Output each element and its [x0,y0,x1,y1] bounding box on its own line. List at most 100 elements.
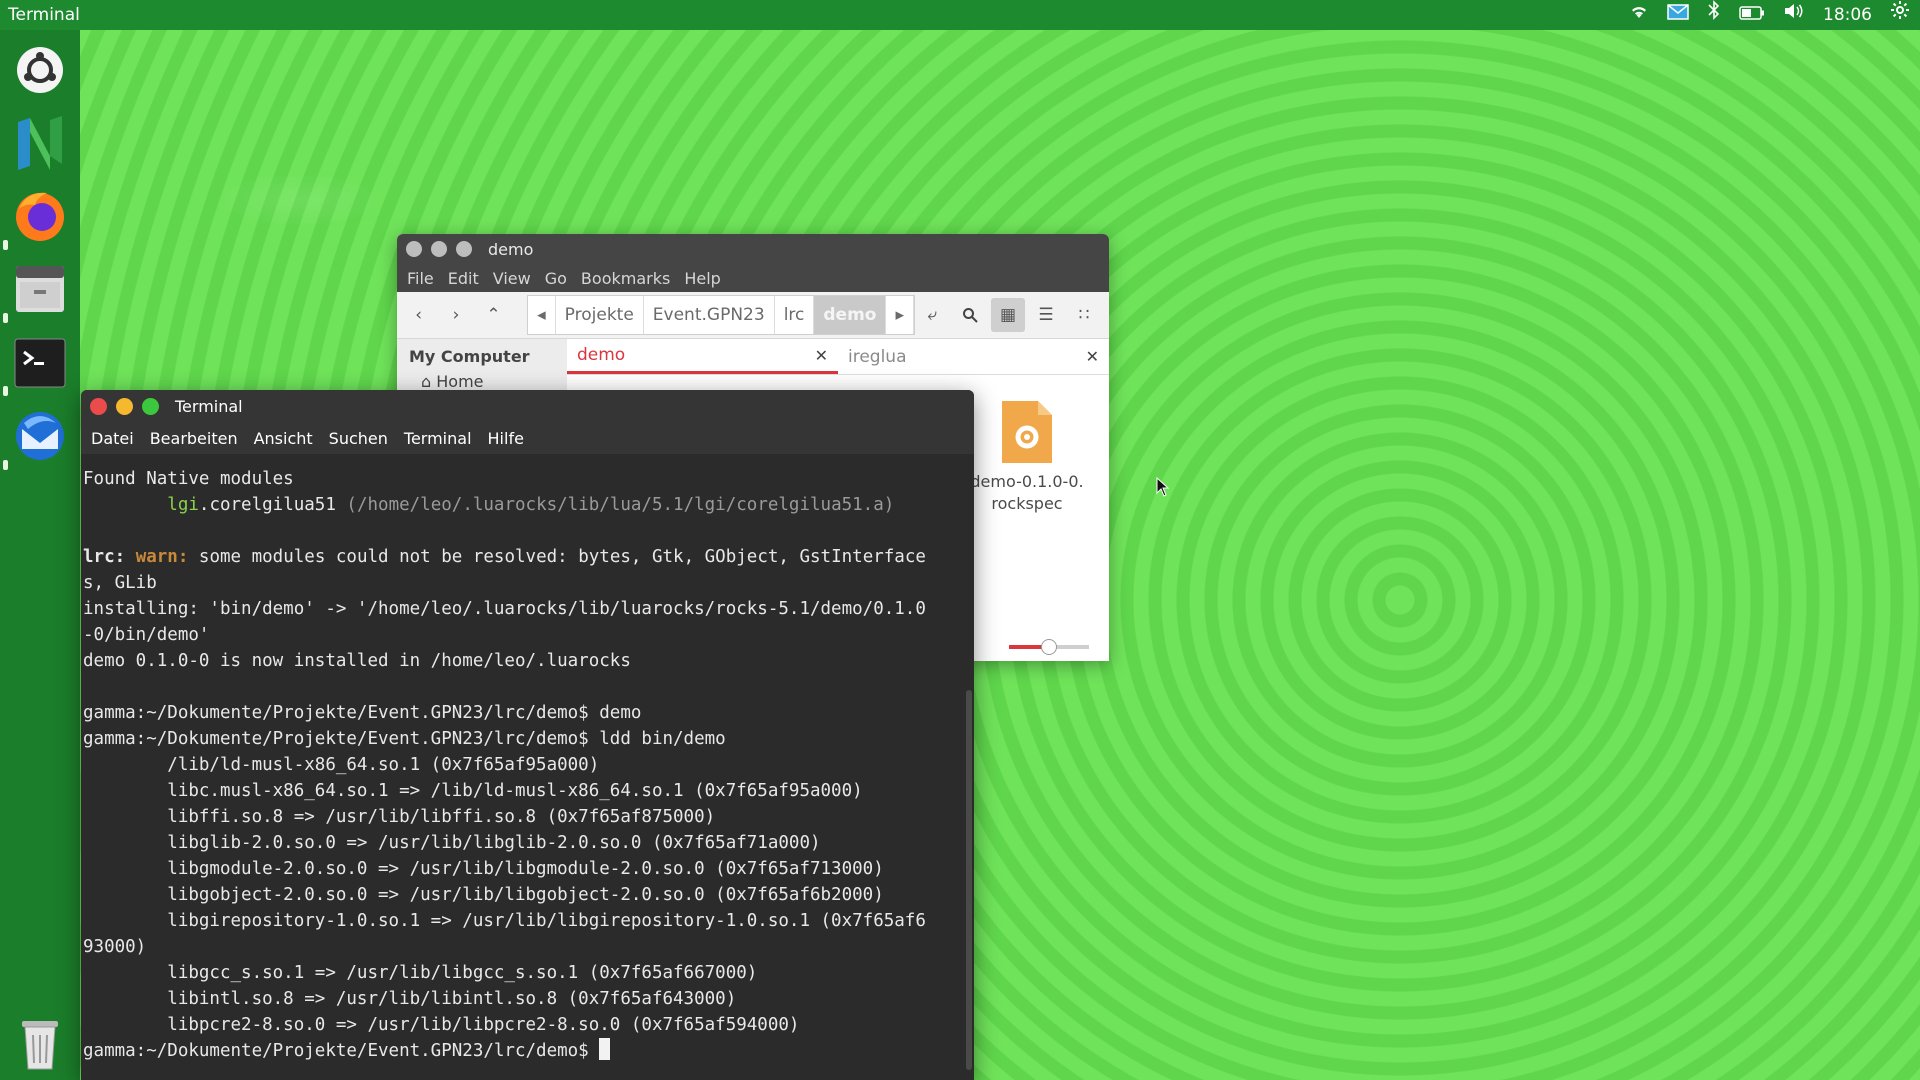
terminal-line: gamma:~/Dokumente/Projekte/Event.GPN23/l… [83,729,726,749]
breadcrumb-event[interactable]: Event.GPN23 [644,296,775,334]
terminal-line: libgirepository-1.0.so.1 => /usr/lib/lib… [83,911,926,931]
menu-bearbeiten[interactable]: Bearbeiten [150,429,238,448]
search-icon[interactable] [953,298,987,332]
menu-help[interactable]: Help [684,269,720,288]
terminal-line: gamma:~/Dokumente/Projekte/Event.GPN23/l… [83,703,642,723]
up-icon[interactable]: ⌃ [478,298,509,332]
terminal-icon[interactable] [12,335,68,391]
menu-terminal[interactable]: Terminal [404,429,472,448]
wifi-icon[interactable] [1629,0,1649,30]
terminal-line: installing: 'bin/demo' -> '/home/leo/.lu… [83,599,926,619]
terminal-line: libpcre2-8.so.0 => /usr/lib/libpcre2-8.s… [83,1015,800,1035]
terminal-line: libgmodule-2.0.so.0 => /usr/lib/libgmodu… [83,859,884,879]
file-name-line2: rockspec [991,494,1063,513]
file-name-line1: demo-0.1.0-0. [970,472,1084,491]
terminal-window: Terminal Datei Bearbeiten Ansicht Suchen… [81,390,974,1080]
breadcrumb-projekte[interactable]: Projekte [556,296,644,334]
fm-menubar: File Edit View Go Bookmarks Help [397,264,1109,292]
running-indicator [3,460,8,470]
fm-toolbar: ‹ › ⌃ ◂ Projekte Event.GPN23 lrc demo ▸ … [397,292,1109,339]
terminal-prompt: gamma:~/Dokumente/Projekte/Event.GPN23/l… [83,1041,600,1061]
menu-datei[interactable]: Datei [91,429,134,448]
menu-bookmarks[interactable]: Bookmarks [581,269,670,288]
terminal-line: /lib/ld-musl-x86_64.so.1 (0x7f65af95a000… [83,755,600,775]
volume-icon[interactable] [1783,0,1805,30]
terminal-output[interactable]: Found Native modules lgi.corelgilua51 (/… [81,454,974,1064]
terminal-scrollbar[interactable] [966,690,972,1070]
dock [0,30,80,1080]
fm-window-title: demo [488,239,534,259]
thunderbird-icon[interactable] [12,408,68,464]
terminal-line: libglib-2.0.so.0 => /usr/lib/libglib-2.0… [83,833,821,853]
terminal-module-suffix: .corelgilua51 [198,495,347,515]
terminal-line: libc.musl-x86_64.so.1 => /lib/ld-musl-x8… [83,781,863,801]
menu-suchen[interactable]: Suchen [329,429,388,448]
clock[interactable]: 18:06 [1823,0,1872,30]
back-icon[interactable]: ‹ [403,298,434,332]
compact-view-icon[interactable]: ∷ [1067,298,1101,332]
tab-label: demo [577,345,626,365]
settings-icon[interactable] [1890,0,1910,30]
mail-icon[interactable] [1667,0,1689,30]
app-n-icon[interactable] [12,116,68,172]
breadcrumb-left-icon[interactable]: ◂ [528,296,556,334]
terminal-line: libffi.so.8 => /usr/lib/libffi.so.8 (0x7… [83,807,716,827]
sidebar-item-label: Home [436,372,484,391]
list-view-icon[interactable]: ☰ [1029,298,1063,332]
terminal-line: s, GLib [83,573,157,593]
file-item[interactable]: demo-0.1.0-0. rockspec [967,399,1087,515]
menu-file[interactable]: File [407,269,434,288]
terminal-module-name: lgi [167,495,199,515]
close-button[interactable] [90,397,107,415]
rockspec-file-icon [1002,401,1052,463]
menu-hilfe[interactable]: Hilfe [488,429,524,448]
menu-ansicht[interactable]: Ansicht [254,429,313,448]
menu-edit[interactable]: Edit [448,269,479,288]
minimize-button[interactable] [116,397,133,415]
ubuntu-icon[interactable] [12,42,68,98]
terminal-line: Found Native modules [83,469,294,489]
terminal-module-path: (/home/leo/.luarocks/lib/lua/5.1/lgi/cor… [346,495,895,515]
forward-icon[interactable]: › [440,298,471,332]
tab-ireglua[interactable]: ireglua ✕ [838,339,1109,374]
close-icon[interactable]: ✕ [1086,347,1099,366]
zoom-slider[interactable] [1009,639,1089,655]
breadcrumb-right-icon[interactable]: ▸ [886,296,915,334]
terminal-line: libintl.so.8 => /usr/lib/libintl.so.8 (0… [83,989,737,1009]
zoom-slider-handle[interactable] [1041,639,1057,655]
bluetooth-icon[interactable] [1707,0,1721,30]
minimize-button[interactable] [431,241,447,257]
menu-view[interactable]: View [493,269,531,288]
tab-label: ireglua [848,346,907,367]
fm-titlebar[interactable]: demo [397,234,1109,264]
breadcrumb: ◂ Projekte Event.GPN23 lrc demo ▸ [527,295,916,335]
maximize-button[interactable] [142,397,159,415]
sidebar-item-home[interactable]: ⌂ Home [397,366,567,391]
sidebar-heading[interactable]: My Computer [397,339,567,366]
terminal-titlebar[interactable]: Terminal [81,390,974,422]
fm-tabs: demo ✕ ireglua ✕ [567,339,1109,375]
terminal-line: 93000) [83,937,147,957]
home-icon: ⌂ [421,372,432,391]
close-button[interactable] [406,241,422,257]
terminal-warn-label: warn: [135,547,189,567]
icon-view-icon[interactable]: ▦ [991,298,1026,332]
menu-go[interactable]: Go [545,269,567,288]
breadcrumb-lrc[interactable]: lrc [775,296,815,334]
battery-icon[interactable] [1739,0,1765,30]
file-manager-icon[interactable] [12,261,68,317]
close-icon[interactable]: ✕ [815,346,828,365]
tab-demo[interactable]: demo ✕ [567,339,838,374]
terminal-line: demo 0.1.0-0 is now installed in /home/l… [83,651,631,671]
trash-icon[interactable] [12,1015,68,1071]
maximize-button[interactable] [456,241,472,257]
terminal-line: -0/bin/demo' [83,625,210,645]
terminal-lrc-label: lrc: [83,547,126,567]
toggle-location-icon[interactable]: ⤶ [915,298,949,332]
breadcrumb-demo[interactable]: demo [814,296,887,334]
terminal-window-title: Terminal [175,396,243,416]
top-panel: Terminal 18:06 [0,0,1920,30]
firefox-icon[interactable] [12,188,68,244]
mouse-pointer-icon [1156,476,1170,501]
